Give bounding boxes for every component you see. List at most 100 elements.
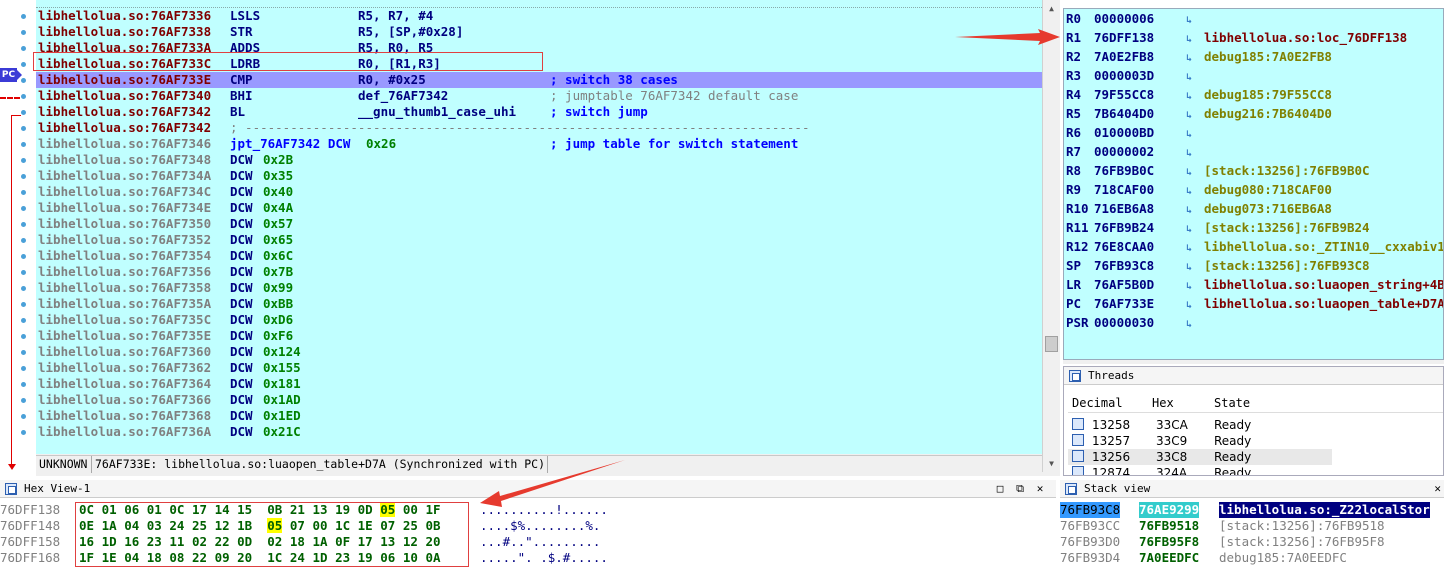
register-row[interactable]: R9 718CAF00 ↳ debug080:718CAF00	[1066, 180, 1332, 199]
register-row[interactable]: R10 716EB6A8 ↳ debug073:716EB6A8	[1066, 199, 1332, 218]
jump-to-icon[interactable]: ↳	[1186, 315, 1204, 334]
register-row[interactable]: R8 76FB9B0C ↳ [stack:13256]:76FB9B0C	[1066, 161, 1370, 180]
breakpoint-dot[interactable]	[21, 382, 26, 387]
register-row[interactable]: PC 76AF733E ↳ libhellolua.so:luaopen_table+…	[1066, 294, 1443, 313]
register-target[interactable]: libhellolua.so:_ZTIN10__cxxabiv11	[1204, 239, 1443, 254]
thread-row[interactable]: 13256 33C8 Ready	[1068, 449, 1332, 465]
register-value[interactable]: 76DFF138	[1094, 28, 1186, 47]
register-row[interactable]: R6 010000BD ↳	[1066, 123, 1204, 142]
breakpoint-dot[interactable]	[21, 190, 26, 195]
code-line[interactable]: libhellolua.so:76AF735E DCW 0xF6	[36, 328, 1042, 344]
thread-row[interactable]: 12874 324A Ready	[1068, 465, 1332, 475]
thread-row[interactable]: 13257 33C9 Ready	[1068, 433, 1332, 449]
stack-value[interactable]: 76FB95F8	[1139, 534, 1199, 550]
register-row[interactable]: R5 7B6404D0 ↳ debug216:7B6404D0	[1066, 104, 1332, 123]
breakpoint-dot[interactable]	[21, 222, 26, 227]
register-value[interactable]: 76AF733E	[1094, 294, 1186, 313]
stack-row[interactable]: 76FB93D0 76FB95F8 [stack:13256]:76FB95F8	[1060, 534, 1444, 550]
code-line[interactable]: libhellolua.so:76AF7356 DCW 0x7B	[36, 264, 1042, 280]
stack-target[interactable]: [stack:13256]:76FB95F8	[1219, 534, 1385, 550]
register-value[interactable]: 76FB9B24	[1094, 218, 1186, 237]
stack-target[interactable]: libhellolua.so:_Z22localStor	[1219, 502, 1430, 518]
close-icon[interactable]: ✕	[1434, 482, 1441, 495]
close-icon[interactable]: ✕	[1030, 480, 1050, 498]
stack-row[interactable]: 76FB93D4 7A0EEDFC debug185:7A0EEDFC	[1060, 550, 1444, 566]
stack-row[interactable]: 76FB93C8 76AE9299 libhellolua.so:_Z22local…	[1060, 502, 1444, 518]
scroll-thumb[interactable]	[1045, 336, 1058, 352]
breakpoint-dot[interactable]	[21, 254, 26, 259]
register-row[interactable]: R2 7A0E2FB8 ↳ debug185:7A0E2FB8	[1066, 47, 1332, 66]
register-row[interactable]: R7 00000002 ↳	[1066, 142, 1204, 161]
code-line[interactable]: libhellolua.so:76AF7342 BL __gnu_thumb1_ca…	[36, 104, 1042, 120]
code-line[interactable]: libhellolua.so:76AF7360 DCW 0x124	[36, 344, 1042, 360]
breakpoint-dot[interactable]	[21, 366, 26, 371]
breakpoint-dot[interactable]	[21, 302, 26, 307]
code-line[interactable]: libhellolua.so:76AF733E CMP R0, #0x25 ; swi…	[36, 72, 1042, 88]
register-value[interactable]: 76FB93C8	[1094, 256, 1186, 275]
register-value[interactable]: 0000003D	[1094, 66, 1186, 85]
breakpoint-dot[interactable]	[21, 62, 26, 67]
code-line[interactable]: libhellolua.so:76AF7358 DCW 0x99	[36, 280, 1042, 296]
breakpoint-dot[interactable]	[21, 174, 26, 179]
register-row[interactable]: R11 76FB9B24 ↳ [stack:13256]:76FB9B24	[1066, 218, 1370, 237]
breakpoint-dot[interactable]	[21, 430, 26, 435]
breakpoint-dot[interactable]	[21, 94, 26, 99]
code-line[interactable]: libhellolua.so:76AF7338 STR R5, [SP,#0x28]	[36, 24, 1042, 40]
disasm-scrollbar[interactable]: ▲ ▼	[1042, 0, 1059, 472]
breakpoint-dot[interactable]	[21, 286, 26, 291]
code-line[interactable]: libhellolua.so:76AF7362 DCW 0x155	[36, 360, 1042, 376]
col-decimal[interactable]: Decimal	[1072, 393, 1123, 413]
scroll-down-icon[interactable]: ▼	[1045, 457, 1058, 470]
breakpoint-dot[interactable]	[21, 334, 26, 339]
register-target[interactable]: debug185:7A0E2FB8	[1204, 49, 1332, 64]
stack-value[interactable]: 7A0EEDFC	[1139, 550, 1199, 566]
breakpoint-dot[interactable]	[21, 238, 26, 243]
register-target[interactable]: libhellolua.so:luaopen_string+4B9	[1204, 277, 1443, 292]
register-target[interactable]: debug216:7B6404D0	[1204, 106, 1332, 121]
register-value[interactable]: 7B6404D0	[1094, 104, 1186, 123]
registers-scrollbar[interactable]	[1063, 360, 1444, 364]
register-row[interactable]: LR 76AF5B0D ↳ libhellolua.so:luaopen_string…	[1066, 275, 1443, 294]
breakpoint-dot[interactable]	[21, 14, 26, 19]
register-target[interactable]: libhellolua.so:loc_76DFF138	[1204, 30, 1407, 45]
breakpoint-dot[interactable]	[21, 270, 26, 275]
code-line[interactable]: libhellolua.so:76AF734C DCW 0x40	[36, 184, 1042, 200]
stack-value[interactable]: 76AE9299	[1139, 502, 1200, 518]
register-row[interactable]: R4 79F55CC8 ↳ debug185:79F55CC8	[1066, 85, 1332, 104]
breakpoint-dot[interactable]	[21, 46, 26, 51]
stack-target[interactable]: debug185:7A0EEDFC	[1219, 550, 1347, 566]
breakpoint-dot[interactable]	[21, 126, 26, 131]
code-line[interactable]: libhellolua.so:76AF7348 DCW 0x2B	[36, 152, 1042, 168]
register-value[interactable]: 76FB9B0C	[1094, 161, 1186, 180]
register-row[interactable]: SP 76FB93C8 ↳ [stack:13256]:76FB93C8	[1066, 256, 1370, 275]
breakpoint-dot[interactable]	[21, 78, 26, 83]
registers-view[interactable]: R0 00000006 ↳ R1 76DFF138 ↳ libhellolua.so:loc…	[1063, 8, 1444, 360]
code-line[interactable]: libhellolua.so:76AF7336 LSLS R5, R7, #4	[36, 8, 1042, 24]
breakpoint-dot[interactable]	[21, 398, 26, 403]
code-line[interactable]: libhellolua.so:76AF7342 ; ---------------…	[36, 120, 1042, 136]
breakpoint-dot[interactable]	[21, 110, 26, 115]
stack-target[interactable]: [stack:13256]:76FB9518	[1219, 518, 1385, 534]
stack-value[interactable]: 76FB9518	[1139, 518, 1199, 534]
register-value[interactable]: 76AF5B0D	[1094, 275, 1186, 294]
register-row[interactable]: R3 0000003D ↳	[1066, 66, 1204, 85]
register-target[interactable]: debug073:716EB6A8	[1204, 201, 1332, 216]
breakpoint-dot[interactable]	[21, 350, 26, 355]
thread-row[interactable]: 13258 33CA Ready	[1068, 417, 1332, 433]
breakpoint-dot[interactable]	[21, 206, 26, 211]
code-line[interactable]: libhellolua.so:76AF7340 BHI def_76AF7342 ; …	[36, 88, 1042, 104]
code-line[interactable]: libhellolua.so:76AF736A DCW 0x21C	[36, 424, 1042, 440]
scroll-up-icon[interactable]: ▲	[1045, 2, 1058, 15]
code-line[interactable]: libhellolua.so:76AF735A DCW 0xBB	[36, 296, 1042, 312]
register-value[interactable]: 010000BD	[1094, 123, 1186, 142]
stack-row[interactable]: 76FB93CC 76FB9518 [stack:13256]:76FB9518	[1060, 518, 1444, 534]
threads-view[interactable]: Threads Decimal Hex State 13258 33CA Ready…	[1063, 366, 1444, 476]
code-line[interactable]: libhellolua.so:76AF735C DCW 0xD6	[36, 312, 1042, 328]
register-row[interactable]: R0 00000006 ↳	[1066, 9, 1204, 28]
code-line[interactable]: libhellolua.so:76AF7346 jpt_76AF7342 DCW 0…	[36, 136, 1042, 152]
restore-icon[interactable]: ⧉	[1010, 480, 1030, 498]
register-value[interactable]: 00000006	[1094, 9, 1186, 28]
breakpoint-dot[interactable]	[21, 318, 26, 323]
breakpoint-dot[interactable]	[21, 158, 26, 163]
register-value[interactable]: 00000030	[1094, 313, 1186, 332]
